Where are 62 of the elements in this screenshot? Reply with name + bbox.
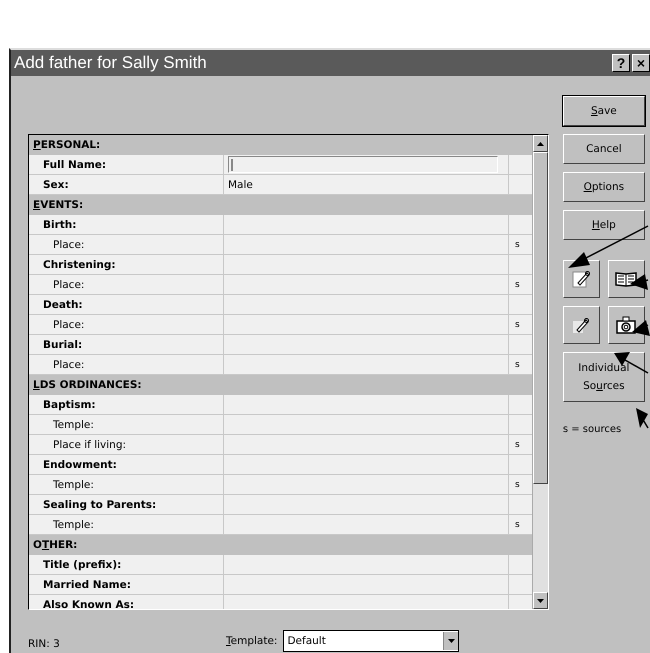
input-field[interactable] [228,156,498,173]
field-label: Endowment: [29,455,224,474]
caret-icon[interactable] [448,639,455,643]
field-label: Married Name: [29,575,224,594]
field-label: Baptism: [29,395,224,414]
field-label: Sealing to Parents: [29,495,224,514]
annotation-arrow [632,320,650,336]
dialog-button[interactable]: Cancel [562,134,645,164]
dialog-button[interactable]: Options [562,172,645,202]
field-label: Burial: [29,335,224,354]
book-button[interactable] [608,260,645,298]
scrollbar[interactable] [532,135,548,609]
individual-sources-button[interactable]: Individual Sources [562,352,645,402]
sources-marker: s [515,480,520,490]
help-button[interactable]: ? [612,54,630,72]
dialog-button[interactable]: Help [562,210,645,240]
value-cell[interactable]: Male [224,175,509,194]
dialog-button[interactable]: Save [562,96,645,126]
scroll-thumb[interactable] [533,152,548,484]
field-label: Full Name: [29,155,224,174]
notes-button[interactable] [562,260,600,298]
field-label: Place: [29,355,224,374]
template-label: Template: [226,635,278,647]
field-label: Place if living: [29,435,224,454]
sources-marker: s [515,280,520,290]
field-label: Place: [29,315,224,334]
sources-marker: s [515,360,520,370]
scroll-up-icon[interactable] [533,135,548,152]
field-label: Title (prefix): [29,555,224,574]
section-heading: LDS ORDINANCES: [32,378,142,390]
sources-marker: s [515,520,520,530]
window-title: Add father for Sally Smith [14,53,207,73]
template-dropdown[interactable]: Default [283,630,460,652]
notepad-pencil-icon [571,269,592,289]
field-label: Temple: [29,515,224,534]
record-number: RIN: 3 [28,637,61,650]
sources-marker: s [515,440,520,450]
field-label: Death: [29,295,224,314]
field-label: Birth: [29,215,224,234]
field-label: Temple: [29,475,224,494]
camera-icon [616,316,636,334]
camera-button[interactable] [608,306,645,344]
section-heading: EVENTS: [32,198,84,210]
book-icon [615,270,638,288]
field-label: Sex: [29,175,224,194]
edit-button[interactable] [562,306,600,344]
close-button[interactable]: × [632,54,650,72]
field-label: Also Known As: [29,595,224,609]
field-value: Male [228,178,253,190]
sources-marker: s [515,240,520,250]
section-heading: OTHER: [32,538,78,550]
field-label: Place: [29,235,224,254]
legend-text: s = sources [562,424,622,435]
sources-marker: s [515,320,520,330]
field-label: Place: [29,275,224,294]
field-label: Christening: [29,255,224,274]
annotation-arrow [630,274,648,290]
section-heading: PERSONAL: [32,138,100,150]
field-label: Temple: [29,415,224,434]
scroll-down-icon[interactable] [533,592,548,609]
annotation-arrow [636,408,649,428]
pencil-icon [571,315,592,335]
